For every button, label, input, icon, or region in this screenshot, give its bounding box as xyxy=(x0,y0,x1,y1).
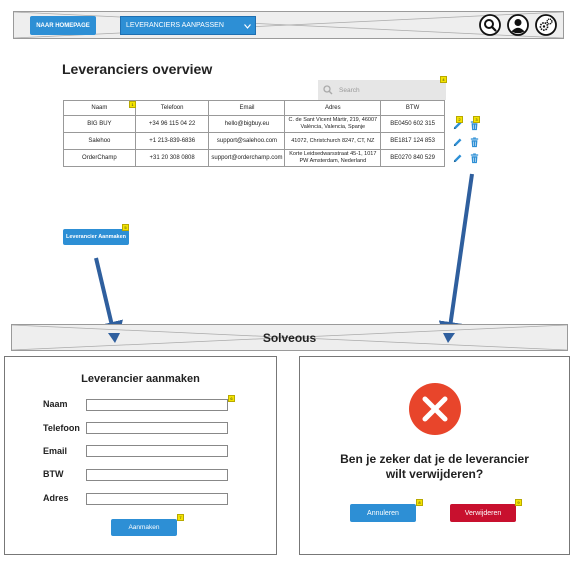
field-label-adres: Adres xyxy=(43,493,69,503)
confirm-message-line2: wilt verwijderen? xyxy=(385,467,484,481)
column-header: Adres xyxy=(284,100,382,116)
confirm-message-line1: Ben je zeker dat je de leverancier xyxy=(340,452,529,466)
cell-telefoon: +31 20 308 0808 xyxy=(134,149,210,167)
cell-naam: BIG BUY xyxy=(63,115,136,133)
footer-bar: Solveous xyxy=(11,324,568,351)
page-select-value: LEVERANCIERS AANPASSEN xyxy=(126,22,224,29)
page-title: Leveranciers overview xyxy=(62,61,213,77)
suppliers-table: Naam Telefoon Email Adres BTW BIG BUY +3… xyxy=(63,100,445,167)
pencil-icon[interactable] xyxy=(452,137,463,148)
column-header: Email xyxy=(208,100,286,116)
cell-adres: C. de Sant Vicent Màrtir, 219, 46007 Val… xyxy=(284,115,382,133)
column-header: Telefoon xyxy=(134,100,210,116)
gears-icon[interactable] xyxy=(535,14,557,36)
cancel-button[interactable]: Annuleren xyxy=(350,504,416,522)
search-input: Search xyxy=(339,86,360,94)
annotation-badge-4: 4 xyxy=(440,76,447,83)
footer-brand: Solveous xyxy=(262,331,317,345)
btw-input[interactable] xyxy=(86,469,228,481)
delete-button[interactable]: Verwijderen xyxy=(450,504,516,522)
cell-adres: Korte Leidsedwarsstraat 45-1, 1017 PW Am… xyxy=(284,149,382,167)
table-header-row: Naam Telefoon Email Adres BTW xyxy=(63,100,445,116)
chevron-down-icon xyxy=(244,24,251,29)
annotation-badge-6: 6 xyxy=(228,395,235,402)
search-icon[interactable] xyxy=(479,14,501,36)
telefoon-input[interactable] xyxy=(86,422,228,434)
adres-input[interactable] xyxy=(86,493,228,505)
search-box[interactable]: Search xyxy=(318,80,446,100)
table-row: Salehoo +1 213-839-6836 support@salehoo.… xyxy=(63,132,445,150)
cell-btw: BE1817 124 853 xyxy=(380,132,445,150)
field-label-naam: Naam xyxy=(43,399,68,409)
field-label-telefoon: Telefoon xyxy=(43,423,80,433)
field-label-btw: BTW xyxy=(43,469,64,479)
create-supplier-panel: Leverancier aanmaken Naam 6 Telefoon Ema… xyxy=(4,356,277,555)
delete-confirm-dialog: Ben je zeker dat je de leverancier wilt … xyxy=(299,356,570,555)
error-x-icon xyxy=(409,383,461,435)
cell-naam: OrderChamp xyxy=(63,149,136,167)
annotation-badge-2: 2 xyxy=(456,116,463,123)
annotation-badge-3: 3 xyxy=(473,116,480,123)
cell-email: support@salehoo.com xyxy=(208,132,286,150)
submit-create-button[interactable]: Aanmaken xyxy=(111,519,177,536)
trash-icon[interactable] xyxy=(469,153,480,164)
annotation-badge-5: 5 xyxy=(122,224,129,231)
cell-telefoon: +1 213-839-6836 xyxy=(134,132,210,150)
naam-input[interactable] xyxy=(86,399,228,411)
arrow-to-delete-dialog xyxy=(438,173,474,346)
field-label-email: Email xyxy=(43,446,68,456)
annotation-badge-8: 8 xyxy=(416,499,423,506)
pencil-icon[interactable] xyxy=(452,153,463,164)
table-row: OrderChamp +31 20 308 0808 support@order… xyxy=(63,149,445,167)
cell-btw: BE0450 602 315 xyxy=(380,115,445,133)
page-select[interactable]: LEVERANCIERS AANPASSEN xyxy=(120,16,256,35)
table-row: BIG BUY +34 96 115 04 22 hello@bigbuy.eu… xyxy=(63,115,445,133)
user-icon[interactable] xyxy=(507,14,529,36)
cell-adres: 41072, Christchurch 8247, CT, NZ xyxy=(284,132,382,150)
cell-telefoon: +34 96 115 04 22 xyxy=(134,115,210,133)
trash-icon[interactable] xyxy=(469,137,480,148)
arrow-to-create-form xyxy=(94,257,123,346)
annotation-badge-7: 7 xyxy=(177,514,184,521)
cell-email: hello@bigbuy.eu xyxy=(208,115,286,133)
cell-email: support@orderchamp.com xyxy=(208,149,286,167)
column-header: BTW xyxy=(380,100,445,116)
column-header: Naam xyxy=(63,100,136,116)
home-button[interactable]: NAAR HOMEPAGE xyxy=(30,16,96,35)
email-input[interactable] xyxy=(86,445,228,457)
cell-btw: BE0270 840 529 xyxy=(380,149,445,167)
annotation-badge-1: 1 xyxy=(129,101,136,108)
create-supplier-button[interactable]: Leverancier Aanmaken xyxy=(63,229,129,245)
form-title: Leverancier aanmaken xyxy=(81,373,200,385)
annotation-badge-9: 9 xyxy=(515,499,522,506)
cell-naam: Salehoo xyxy=(63,132,136,150)
search-icon xyxy=(323,85,333,95)
